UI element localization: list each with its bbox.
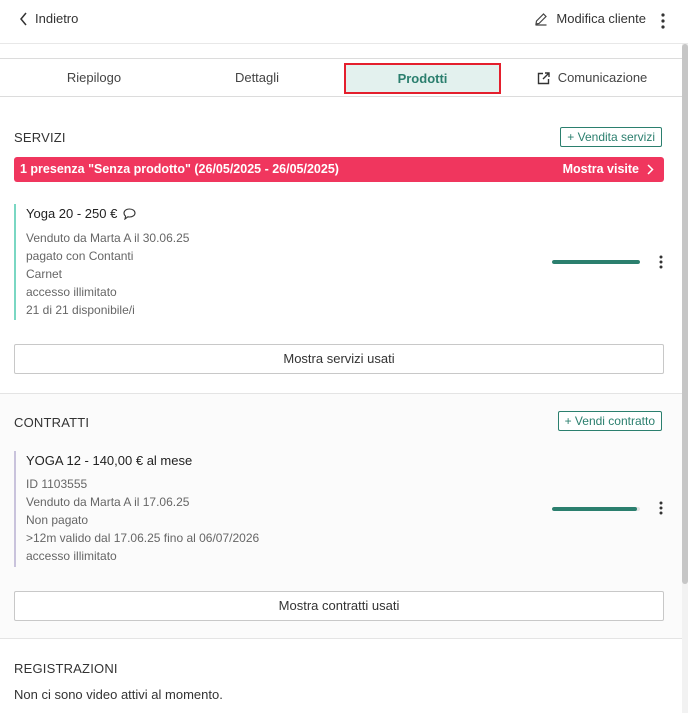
- no-product-alert[interactable]: 1 presenza "Senza prodotto" (26/05/2025 …: [14, 157, 664, 182]
- contract-card: YOGA 12 - 140,00 € al mese ID 1103555 Ve…: [14, 451, 664, 567]
- show-used-contracts-button[interactable]: Mostra contratti usati: [14, 591, 664, 621]
- contratti-title: CONTRATTI: [14, 415, 90, 430]
- service-title: Yoga 20 - 250 €: [26, 206, 118, 221]
- show-visits-label: Mostra visite: [562, 162, 639, 176]
- service-line: pagato con Contanti: [26, 249, 134, 263]
- contract-progress-bar: [552, 507, 640, 511]
- service-title-row: Yoga 20 - 250 €: [26, 206, 136, 221]
- tab-bar: Riepilogo Dettagli Prodotti Comunicazion…: [0, 58, 688, 97]
- chevron-right-icon: [647, 163, 654, 175]
- back-button[interactable]: Indietro: [19, 11, 78, 26]
- contract-line: >12m valido dal 17.06.25 fino al 06/07/2…: [26, 531, 260, 545]
- comment-icon[interactable]: [123, 207, 136, 220]
- contract-line: ID 1103555: [26, 477, 88, 491]
- tab-comunicazione-label: Comunicazione: [557, 70, 648, 85]
- edit-client-label: Modifica cliente: [556, 11, 646, 26]
- pencil-icon: [535, 12, 548, 26]
- contract-progress-fill: [552, 507, 638, 511]
- sell-services-button[interactable]: + Vendita servizi: [560, 127, 662, 147]
- back-label: Indietro: [35, 11, 79, 26]
- tab-dettagli[interactable]: Dettagli: [168, 59, 346, 97]
- tab-comunicazione[interactable]: Comunicazione: [512, 59, 672, 97]
- show-visits-link[interactable]: Mostra visite: [563, 162, 654, 176]
- contract-title: YOGA 12 - 140,00 € al mese: [26, 453, 193, 468]
- service-line: 21 di 21 disponibile/i: [26, 303, 135, 317]
- service-line: Venduto da Marta A il 30.06.25: [26, 231, 190, 245]
- alert-message: 1 presenza "Senza prodotto" (26/05/2025 …: [20, 162, 339, 176]
- kebab-menu-icon[interactable]: [658, 12, 668, 30]
- scrollbar-thumb[interactable]: [682, 44, 688, 584]
- servizi-title: SERVIZI: [14, 130, 66, 145]
- service-line: Carnet: [26, 267, 63, 281]
- empty-videos-message: Non ci sono video attivi al momento.: [14, 687, 223, 702]
- kebab-menu-icon[interactable]: [656, 500, 666, 516]
- chevron-left-icon: [20, 12, 27, 25]
- service-progress-bar: [552, 260, 640, 264]
- edit-client-button[interactable]: Modifica cliente: [534, 11, 646, 26]
- contract-line: accesso illimitato: [26, 549, 117, 563]
- scrollbar[interactable]: [682, 44, 688, 713]
- kebab-menu-icon[interactable]: [656, 254, 666, 270]
- registrazioni-title: REGISTRAZIONI: [14, 661, 118, 676]
- service-progress-fill: [552, 260, 640, 264]
- sell-contract-button[interactable]: + Vendi contratto: [557, 411, 662, 431]
- top-bar: Indietro Modifica cliente: [0, 0, 688, 44]
- tab-prodotti[interactable]: Prodotti: [344, 63, 501, 94]
- service-line: accesso illimitato: [26, 285, 117, 299]
- tab-riepilogo[interactable]: Riepilogo: [0, 59, 188, 97]
- show-used-services-button[interactable]: Mostra servizi usati: [14, 344, 664, 374]
- service-card: Yoga 20 - 250 € Venduto da Marta A il 30…: [14, 204, 664, 320]
- external-link-icon: [537, 71, 550, 84]
- contract-line: Non pagato: [26, 513, 89, 527]
- contract-line: Venduto da Marta A il 17.06.25: [26, 495, 190, 509]
